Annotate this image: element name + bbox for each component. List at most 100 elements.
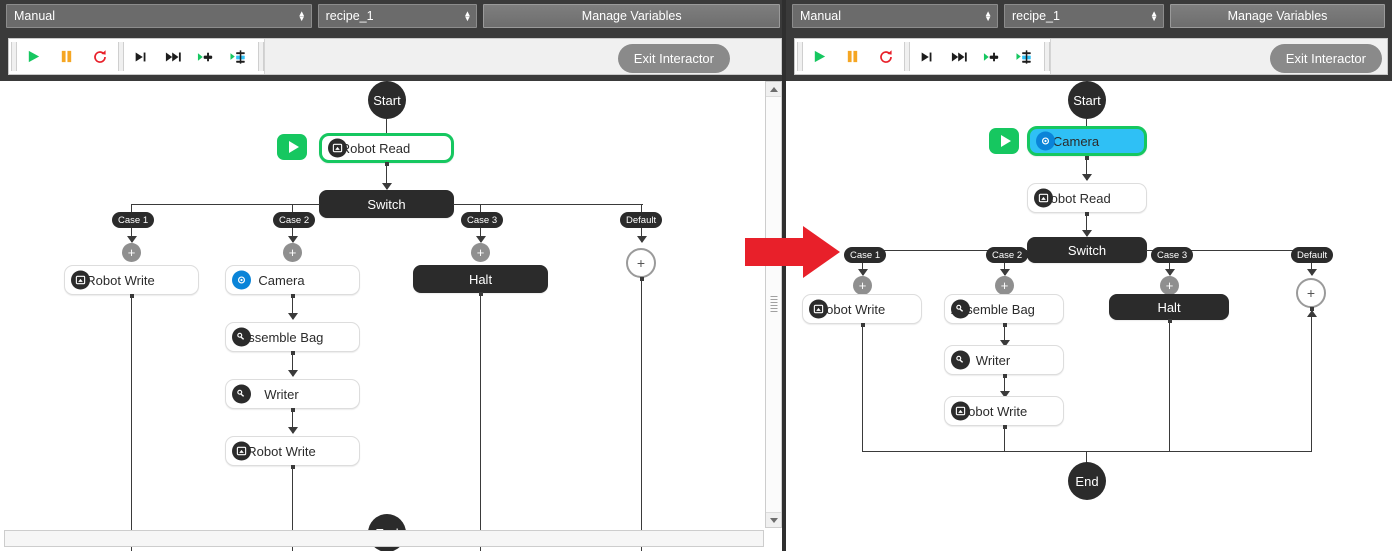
- arrow-head-down: [1165, 269, 1175, 276]
- robot-icon: [1034, 188, 1053, 208]
- add-node-button-case2[interactable]: +: [283, 243, 302, 262]
- scroll-down-button[interactable]: [766, 512, 781, 527]
- arrow-head-down: [1082, 174, 1092, 181]
- run-to-node-button[interactable]: [976, 40, 1009, 73]
- flow-node-robot-read[interactable]: Robot Read: [319, 133, 454, 163]
- manage-variables-button[interactable]: Manage Variables: [1170, 4, 1385, 28]
- step-over-button[interactable]: [910, 40, 943, 73]
- toolbar-drag-handle-2[interactable]: [116, 40, 124, 73]
- toolbar-drag-handle-3[interactable]: [1042, 40, 1050, 73]
- robot-icon: [71, 270, 90, 290]
- manage-variables-button[interactable]: Manage Variables: [483, 4, 780, 28]
- flow-node-robot-read[interactable]: Robot Read: [1027, 183, 1147, 213]
- step-button-group: [910, 39, 1042, 74]
- flow-node-robot-write-case1[interactable]: Robot Write: [802, 294, 922, 324]
- flow-node-assemble-bag[interactable]: Assemble Bag: [944, 294, 1064, 324]
- step-over-button[interactable]: [124, 40, 157, 73]
- add-node-button-case3[interactable]: +: [1160, 276, 1179, 295]
- left-vertical-scrollbar[interactable]: [765, 81, 782, 528]
- step-forward-button[interactable]: [943, 40, 976, 73]
- edge-default-tail: [1311, 308, 1313, 452]
- recipe-select[interactable]: recipe_1 ▲ ▼: [1004, 4, 1164, 28]
- mode-select[interactable]: Manual ▲ ▼: [6, 4, 312, 28]
- flow-node-halt[interactable]: Halt: [413, 265, 548, 293]
- exit-interactor-button[interactable]: Exit Interactor: [617, 44, 730, 73]
- spinner-icon: ▲ ▼: [984, 9, 992, 23]
- edge-dot: [1003, 374, 1007, 378]
- run-to-node-button[interactable]: [190, 40, 223, 73]
- toolbar-drag-handle[interactable]: [795, 40, 803, 73]
- play-button[interactable]: [803, 40, 836, 73]
- flow-node-halt[interactable]: Halt: [1109, 294, 1229, 320]
- scroll-up-button[interactable]: [766, 82, 781, 97]
- edge-case2-tail: [1004, 426, 1006, 452]
- edge-dot: [291, 351, 295, 355]
- play-button[interactable]: [17, 40, 50, 73]
- toolbar-drag-handle-2[interactable]: [902, 40, 910, 73]
- reload-icon: [93, 49, 106, 63]
- robot-icon: [951, 401, 970, 421]
- mode-select[interactable]: Manual ▲ ▼: [792, 4, 998, 28]
- add-node-button-case1[interactable]: +: [853, 276, 872, 295]
- play-icon: [814, 50, 826, 63]
- run-from-here-button[interactable]: [277, 134, 307, 160]
- pause-button[interactable]: [50, 40, 83, 73]
- run-to-robot-button[interactable]: [223, 40, 256, 73]
- left-horizontal-scrollbar[interactable]: [4, 530, 764, 547]
- flow-node-robot-write-case2[interactable]: Robot Write: [225, 436, 360, 466]
- run-to-robot-icon: [230, 49, 245, 64]
- run-to-robot-button[interactable]: [1009, 40, 1042, 73]
- start-node[interactable]: Start: [1068, 81, 1106, 119]
- left-header-bar: Manual ▲ ▼ recipe_1 ▲ ▼ Manage Variables: [0, 0, 786, 32]
- add-node-button-case2[interactable]: +: [995, 276, 1014, 295]
- edge-dot: [1003, 425, 1007, 429]
- flow-node-switch[interactable]: Switch: [319, 190, 454, 218]
- scroll-thumb[interactable]: [766, 97, 781, 512]
- case-label-1: Case 1: [112, 212, 155, 228]
- step-forward-button[interactable]: [157, 40, 190, 73]
- recipe-select-value: recipe_1: [325, 9, 374, 23]
- left-interactor-panel: Manual ▲▼ recipe_1 ▲▼ Manage Variables: [0, 0, 786, 551]
- toolbar-drag-handle-3[interactable]: [256, 40, 264, 73]
- flow-node-switch[interactable]: Switch: [1027, 237, 1147, 263]
- edge-dot: [861, 323, 865, 327]
- recipe-select[interactable]: recipe_1 ▲ ▼: [317, 4, 478, 28]
- add-node-button-default[interactable]: +: [626, 248, 656, 278]
- pause-icon: [847, 50, 858, 63]
- end-node[interactable]: End: [1068, 462, 1106, 500]
- reset-button[interactable]: [83, 40, 116, 73]
- edge-dot: [291, 294, 295, 298]
- flow-node-robot-write-case1[interactable]: Robot Write: [64, 265, 199, 295]
- flow-node-label: Switch: [367, 196, 406, 212]
- flow-node-camera[interactable]: Camera: [225, 265, 360, 295]
- toolbar-drag-handle[interactable]: [9, 40, 17, 73]
- right-flow-canvas[interactable]: Start Camera Robot Read Switch Case 1 Ca…: [786, 81, 1392, 551]
- exit-interactor-button[interactable]: Exit Interactor: [1269, 44, 1382, 73]
- run-from-here-button[interactable]: [989, 128, 1019, 154]
- mode-select-value: Manual: [800, 9, 841, 23]
- edge-case3-tail: [480, 293, 482, 551]
- edge-dot: [1085, 212, 1089, 216]
- case-label-2: Case 2: [273, 212, 316, 228]
- add-node-button-default[interactable]: +: [1296, 278, 1326, 308]
- edge-dot: [291, 408, 295, 412]
- add-node-button-case1[interactable]: +: [122, 243, 141, 262]
- reset-button[interactable]: [869, 40, 902, 73]
- left-toolbar: Exit Interactor: [0, 32, 786, 81]
- flow-node-writer[interactable]: Writer: [944, 345, 1064, 375]
- pause-button[interactable]: [836, 40, 869, 73]
- start-node[interactable]: Start: [368, 81, 406, 119]
- edge-dot: [1168, 319, 1172, 323]
- edge-dot: [479, 292, 483, 296]
- add-node-button-case3[interactable]: +: [471, 243, 490, 262]
- flow-node-assemble-bag[interactable]: Assemble Bag: [225, 322, 360, 352]
- edge-case1-tail: [862, 324, 864, 452]
- robot-icon: [232, 441, 251, 461]
- flow-node-robot-write-case2[interactable]: Robot Write: [944, 396, 1064, 426]
- arrow-head-down: [127, 236, 137, 243]
- flow-node-writer[interactable]: Writer: [225, 379, 360, 409]
- left-flow-canvas[interactable]: Start Robot Read Switch Case 1 Case 2 Ca…: [0, 81, 786, 551]
- robot-icon: [809, 299, 828, 319]
- flow-node-camera-active[interactable]: Camera: [1027, 126, 1147, 156]
- right-header-bar: Manual ▲ ▼ recipe_1 ▲ ▼ Manage Variables: [786, 0, 1392, 32]
